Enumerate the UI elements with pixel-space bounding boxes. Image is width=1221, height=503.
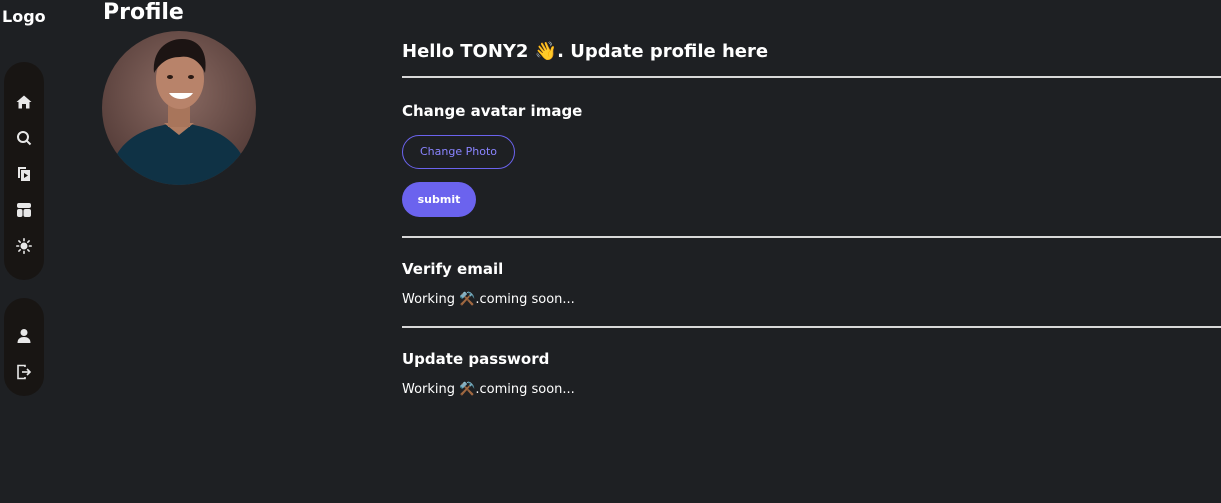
verify-email-status: Working ⚒️.coming soon... <box>402 292 575 307</box>
sun-icon <box>16 238 32 254</box>
home-icon <box>16 95 32 109</box>
logo[interactable]: Logo <box>2 7 46 26</box>
sidebar-nav-main <box>4 62 44 280</box>
submit-button[interactable]: submit <box>402 182 476 217</box>
update-password-status: Working ⚒️.coming soon... <box>402 382 575 397</box>
sidebar-item-home[interactable] <box>4 84 44 120</box>
user-icon <box>17 329 31 343</box>
layout-icon <box>17 203 31 217</box>
profile-settings: Hello TONY2 👋. Update profile here Chang… <box>402 40 1221 397</box>
sidebar-nav-account <box>4 298 44 396</box>
update-password-title: Update password <box>402 350 550 368</box>
change-photo-button[interactable]: Change Photo <box>402 135 515 169</box>
sidebar-item-videos[interactable] <box>4 156 44 192</box>
video-library-icon <box>18 167 30 181</box>
avatar-section-title: Change avatar image <box>402 102 583 120</box>
verify-email-title: Verify email <box>402 260 504 278</box>
greeting-heading: Hello TONY2 👋. Update profile here <box>402 41 769 62</box>
sidebar-item-profile[interactable] <box>4 318 44 354</box>
avatar <box>102 31 256 185</box>
sidebar-item-search[interactable] <box>4 120 44 156</box>
logout-icon <box>17 364 32 380</box>
sidebar-item-theme[interactable] <box>4 228 44 264</box>
sidebar-item-layout[interactable] <box>4 192 44 228</box>
search-icon <box>17 131 32 146</box>
sidebar-item-logout[interactable] <box>4 354 44 390</box>
page-title: Profile <box>103 0 184 25</box>
